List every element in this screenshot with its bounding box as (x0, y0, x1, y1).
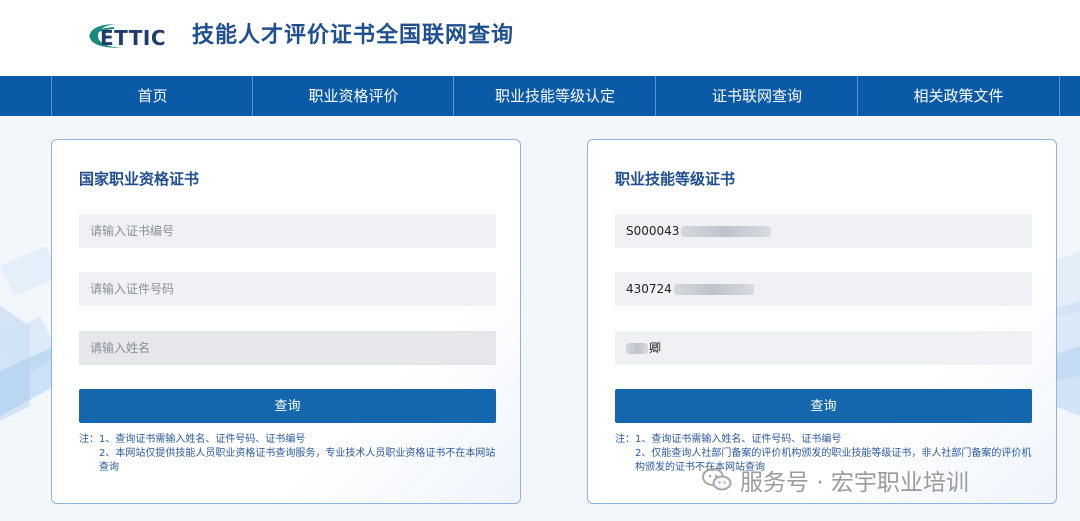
main-nav: 首页 职业资格评价 职业技能等级认定 证书联网查询 相关政策文件 (0, 76, 1080, 116)
nav-item-certificate-query[interactable]: 证书联网查询 (655, 76, 858, 116)
field-value: 430724 (626, 282, 672, 296)
query-notes: 注：1、查询证书需输入姓名、证件号码、证书编号 2、本网站仅提供技能人员职业资格… (79, 433, 499, 475)
vocational-qualification-card: 国家职业资格证书 查询 注：1、查询证书需输入姓名、证件号码、证书编号 2、本网… (51, 139, 521, 504)
certificate-number-input[interactable]: S000043 (615, 214, 1032, 248)
svg-text:ETTIC: ETTIC (100, 26, 166, 50)
id-number-input[interactable]: 430724 (615, 272, 1032, 306)
site-header: ETTIC 技能人才评价证书全国联网查询 (0, 0, 1080, 76)
wechat-icon (702, 468, 732, 491)
name-input[interactable] (79, 331, 496, 365)
nav-item-policy-documents[interactable]: 相关政策文件 (857, 76, 1060, 116)
note-line: 2、本网站仅提供技能人员职业资格证书查询服务，专业技术人员职业资格证书不在本网站… (99, 448, 496, 473)
certificate-number-input[interactable] (79, 214, 496, 248)
watermark: 服务号 · 宏宇职业培训 (702, 462, 969, 498)
watermark-text: 服务号 · 宏宇职业培训 (740, 470, 969, 496)
note-line: 注：1、查询证书需输入姓名、证件号码、证书编号 (615, 434, 842, 445)
redacted-blur (673, 284, 754, 295)
name-input[interactable]: 卿 (615, 331, 1032, 365)
redacted-blur (681, 226, 772, 237)
nav-item-home[interactable]: 首页 (51, 76, 253, 116)
field-value: 卿 (649, 341, 662, 355)
skill-level-certificate-card: 职业技能等级证书 S000043 430724 卿 查询 注：1、查询证书需输入… (587, 139, 1057, 504)
ettic-logo: ETTIC (89, 24, 166, 50)
card-title: 职业技能等级证书 (615, 170, 736, 188)
redacted-blur (626, 343, 648, 354)
nav-item-skill-level-certification[interactable]: 职业技能等级认定 (453, 76, 656, 116)
nav-item-qualification-evaluation[interactable]: 职业资格评价 (252, 76, 454, 116)
query-button[interactable]: 查询 (615, 389, 1032, 423)
field-value: S000043 (626, 224, 680, 238)
card-title: 国家职业资格证书 (79, 170, 200, 188)
id-number-input[interactable] (79, 272, 496, 306)
note-line: 注：1、查询证书需输入姓名、证件号码、证书编号 (79, 434, 306, 445)
query-button[interactable]: 查询 (79, 389, 496, 423)
site-title: 技能人才评价证书全国联网查询 (192, 23, 515, 48)
